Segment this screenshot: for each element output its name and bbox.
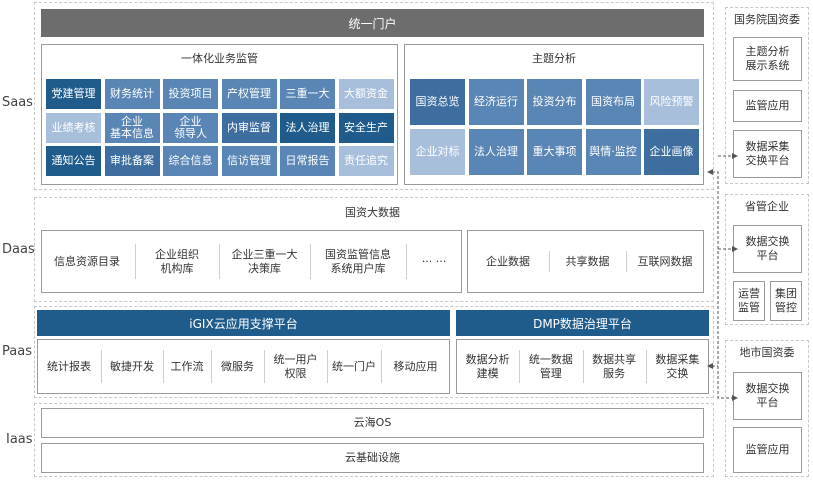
connector-dashed-line [712,171,733,399]
connector-lines [707,153,738,401]
arrow-left-icon [707,169,713,175]
arrow-right-icon [732,395,738,401]
arrow-left-icon [707,363,713,369]
arrow-right-icon [732,153,738,159]
arrow-right-icon [732,246,738,252]
